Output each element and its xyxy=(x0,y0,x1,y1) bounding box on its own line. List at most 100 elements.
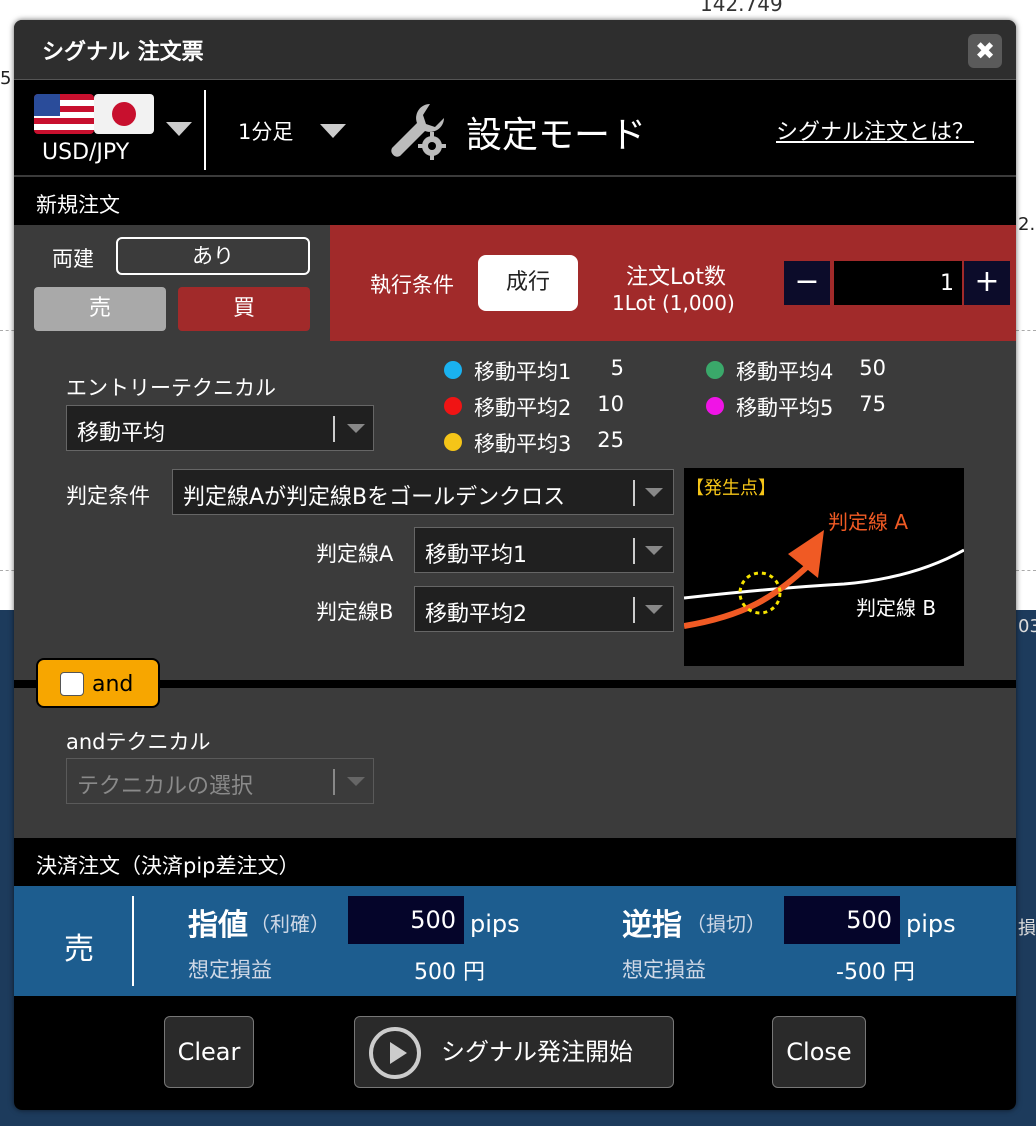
chevron-down-icon xyxy=(645,546,663,555)
and-label: and xyxy=(92,672,134,697)
condition-label: 判定条件 xyxy=(66,484,150,508)
chevron-down-icon xyxy=(347,424,365,433)
line-a-label: 判定線A xyxy=(316,542,394,566)
limit-label: 指値 xyxy=(188,908,248,943)
clear-button[interactable]: Clear xyxy=(164,1016,254,1088)
ma-name: 移動平均3 xyxy=(474,432,572,456)
entry-technical-label: エントリーテクニカル xyxy=(66,376,276,400)
close-button[interactable]: Close xyxy=(772,1016,866,1088)
line-b-label: 判定線B xyxy=(316,600,394,624)
line-b-select[interactable]: 移動平均2 xyxy=(414,586,674,632)
dialog-title: シグナル 注文票 xyxy=(42,40,204,65)
and-technical-select[interactable]: テクニカルの選択 xyxy=(66,758,374,804)
wrench-gear-icon xyxy=(391,104,446,160)
stop-sublabel: （損切） xyxy=(686,912,766,936)
dialog-titlebar[interactable]: シグナル 注文票 ✖ xyxy=(14,20,1016,80)
signal-help-link[interactable]: シグナル注文とは？ xyxy=(776,114,974,146)
and-divider xyxy=(14,680,1016,688)
lot-input[interactable]: 1 xyxy=(834,261,962,305)
limit-pips-unit: pips xyxy=(470,910,520,938)
stop-expected-pl: -500 円 xyxy=(836,960,915,985)
edge-text: 2. xyxy=(1018,214,1036,235)
settlement-divider xyxy=(132,896,134,986)
stop-label: 逆指 xyxy=(622,908,682,943)
ma-name: 移動平均4 xyxy=(736,360,834,384)
stop-pips-unit: pips xyxy=(906,910,956,938)
settlement-section-title: 決済注文（決済pip差注文） xyxy=(14,838,1016,886)
crossover-diagram: 【発生点】 判定線 A 判定線 B xyxy=(684,468,964,666)
lot-decrement-button[interactable]: − xyxy=(784,261,830,305)
play-icon xyxy=(369,1027,421,1079)
lot-increment-button[interactable]: + xyxy=(964,261,1010,305)
limit-expected-pl-label: 想定損益 xyxy=(188,958,272,982)
sell-button[interactable]: 売 xyxy=(34,287,166,331)
ma-color-dot xyxy=(706,397,724,415)
limit-pips-input[interactable]: 500 xyxy=(348,896,464,944)
signal-start-button[interactable]: シグナル発注開始 xyxy=(354,1016,674,1088)
order-side-panel: 両建 あり 売 買 xyxy=(14,225,330,341)
pair-dropdown-icon[interactable] xyxy=(166,122,192,136)
edge-text: 5 xyxy=(0,68,12,89)
hedge-select[interactable]: あり xyxy=(116,237,310,275)
grid-line xyxy=(1016,570,1036,571)
grid-line xyxy=(1016,330,1036,331)
ma-period: 5 xyxy=(610,356,624,380)
chevron-down-icon xyxy=(645,488,663,497)
timeframe-select[interactable]: 1分足 xyxy=(238,116,293,146)
ma-color-dot xyxy=(444,433,462,451)
ma-color-dot xyxy=(444,361,462,379)
ma-period: 25 xyxy=(597,428,624,452)
and-checkbox[interactable] xyxy=(60,672,84,696)
and-technical-label: andテクニカル xyxy=(66,730,211,754)
ma-period: 75 xyxy=(859,392,886,416)
currency-pair[interactable]: USD/JPY xyxy=(42,140,129,165)
ma-name: 移動平均5 xyxy=(736,396,834,420)
signal-order-dialog: シグナル 注文票 ✖ USD/JPY 1分足 設定モード シグナル注文とは？ 新… xyxy=(14,20,1016,1110)
line-b-value: 移動平均2 xyxy=(425,602,527,627)
and-toggle[interactable]: and xyxy=(36,658,160,708)
stop-pips-input[interactable]: 500 xyxy=(784,896,900,944)
entry-technical-select[interactable]: 移動平均 xyxy=(66,405,374,451)
ma-color-dot xyxy=(706,361,724,379)
dialog-header: USD/JPY 1分足 設定モード シグナル注文とは？ xyxy=(14,80,1016,175)
price-label: 142.749 xyxy=(700,0,783,16)
hedge-label: 両建 xyxy=(52,247,94,271)
diagram-line-a-label: 判定線 A xyxy=(828,510,909,534)
chevron-down-icon xyxy=(347,777,365,786)
diagram-title: 【発生点】 xyxy=(686,478,776,499)
dialog-footer: Clear シグナル発注開始 Close xyxy=(14,996,1016,1110)
us-flag-icon[interactable] xyxy=(34,94,94,134)
signal-start-label: シグナル発注開始 xyxy=(441,1038,633,1066)
condition-select[interactable]: 判定線Aが判定線Bをゴールデンクロス xyxy=(172,469,674,515)
condition-value: 判定線Aが判定線Bをゴールデンクロス xyxy=(183,485,566,510)
and-technical-placeholder: テクニカルの選択 xyxy=(77,774,254,799)
edge-text: 03 xyxy=(1018,616,1036,637)
mode-label: 設定モード xyxy=(466,115,647,156)
diagram-line-b-label: 判定線 B xyxy=(856,596,937,620)
stop-expected-pl-label: 想定損益 xyxy=(622,958,706,982)
ma-period: 50 xyxy=(859,356,886,380)
settlement-side: 売 xyxy=(64,932,94,967)
jp-flag-icon[interactable] xyxy=(94,94,154,134)
lot-unit: 1Lot (1,000) xyxy=(612,291,735,315)
ma-period: 10 xyxy=(597,392,624,416)
limit-sublabel: （利確） xyxy=(250,912,330,936)
line-b-curve xyxy=(684,548,964,600)
ma-name: 移動平均2 xyxy=(474,396,572,420)
edge-text: 損 xyxy=(1018,918,1036,939)
market-order-button[interactable]: 成行 xyxy=(478,255,578,311)
order-exec-panel: 執行条件 成行 注文Lot数 1Lot (1,000) − 1 + xyxy=(330,225,1016,341)
ma-color-dot xyxy=(444,397,462,415)
new-order-section-title: 新規注文 xyxy=(14,177,1016,225)
line-a-select[interactable]: 移動平均1 xyxy=(414,527,674,573)
ma-name: 移動平均1 xyxy=(474,360,572,384)
header-divider xyxy=(204,90,206,170)
close-icon[interactable]: ✖ xyxy=(968,34,1002,68)
settlement-panel: 売 指値 （利確） 500 pips 想定損益 500 円 逆指 （損切） 50… xyxy=(14,886,1016,996)
exec-condition-label: 執行条件 xyxy=(370,273,454,297)
entry-technical-value: 移動平均 xyxy=(77,421,166,446)
buy-button[interactable]: 買 xyxy=(178,287,310,331)
chevron-down-icon xyxy=(645,605,663,614)
timeframe-dropdown-icon[interactable] xyxy=(320,124,346,138)
lot-title: 注文Lot数 xyxy=(626,265,726,290)
